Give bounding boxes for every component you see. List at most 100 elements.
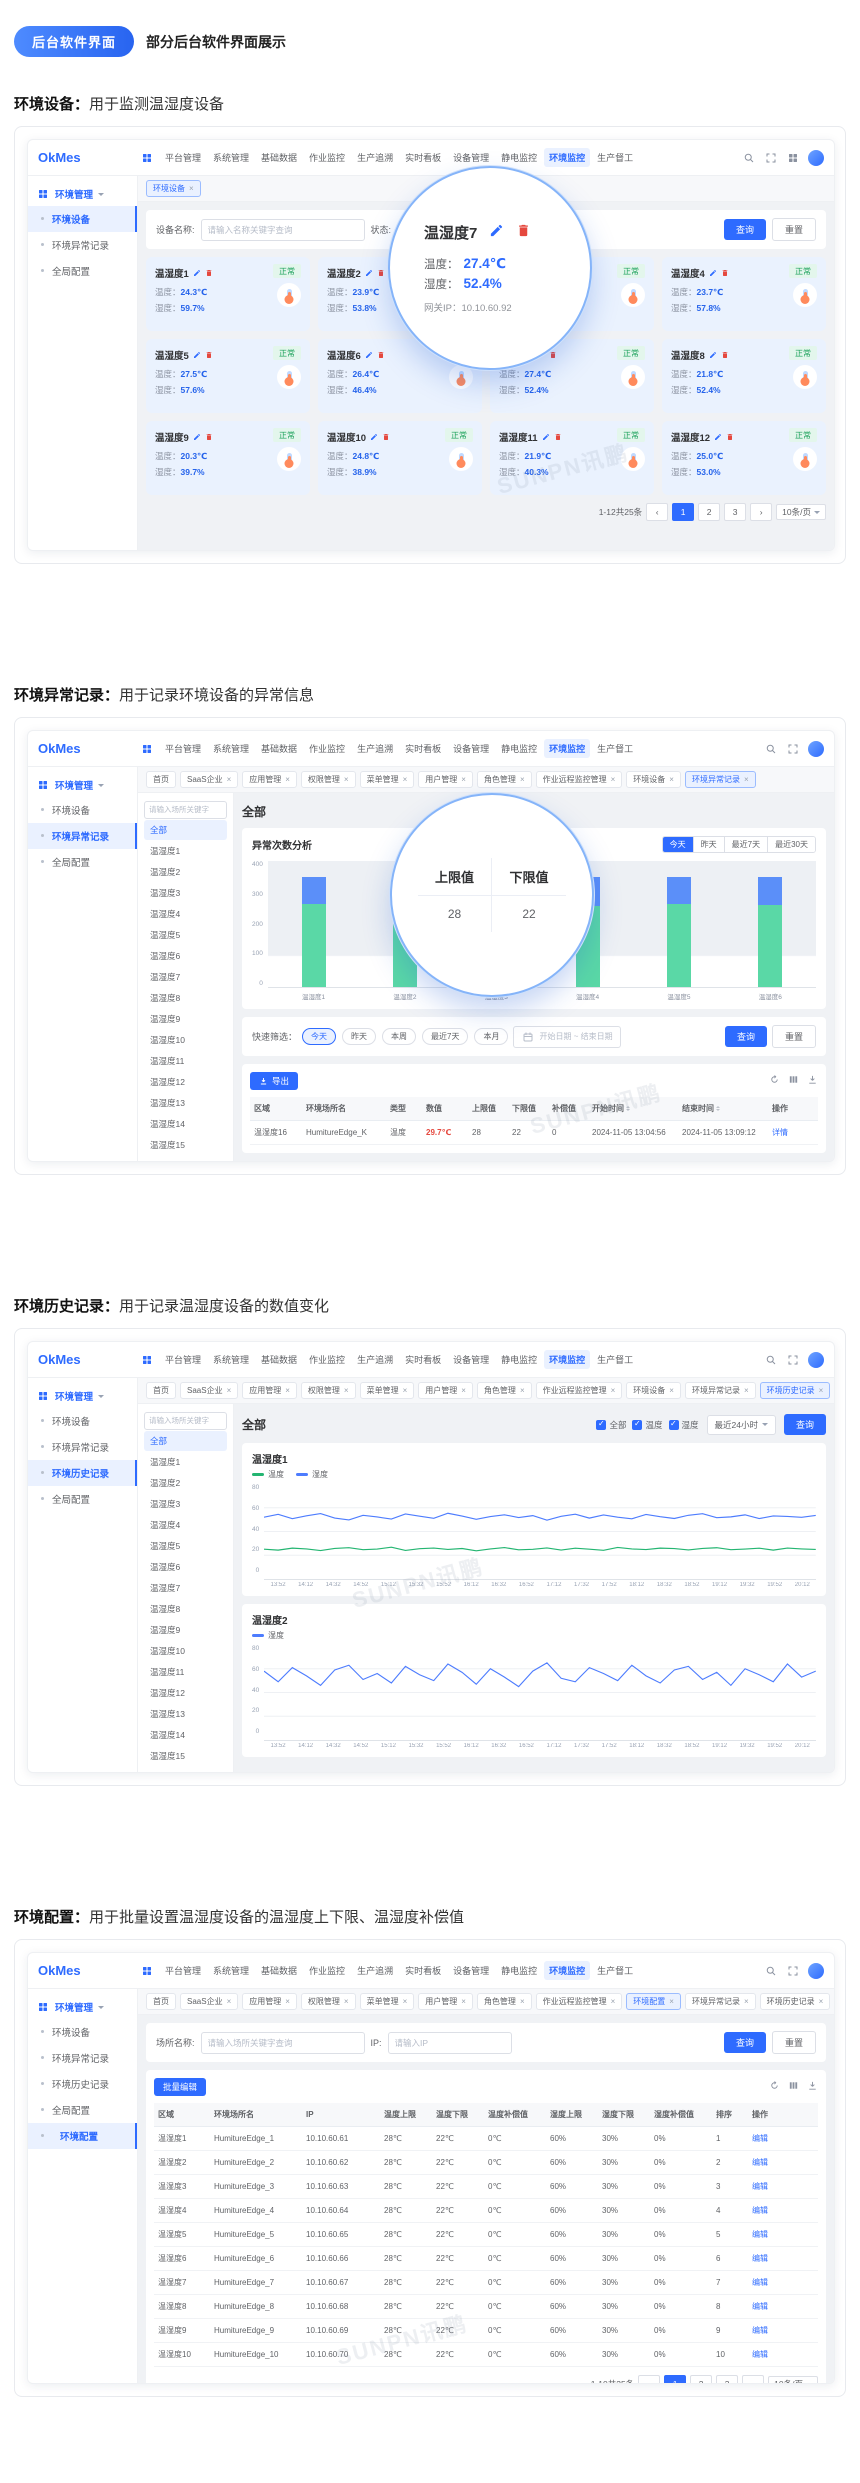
column-header[interactable]: 温度上限: [380, 2103, 432, 2126]
close-icon[interactable]: ×: [669, 1998, 674, 2006]
list-item[interactable]: 温湿度15: [144, 1135, 227, 1155]
top-nav-item[interactable]: 基础数据: [256, 1350, 302, 1369]
top-nav-item[interactable]: 生产追溯: [352, 739, 398, 758]
page-number-button[interactable]: 2: [698, 503, 720, 521]
reset-button[interactable]: 重置: [772, 2031, 816, 2054]
device-card[interactable]: 温湿度1 温度：24.3℃ 湿度：59.7% 正常: [146, 257, 310, 331]
place-name-input[interactable]: [201, 2032, 365, 2054]
close-icon[interactable]: ×: [744, 1387, 749, 1395]
device-card[interactable]: 温湿度4 温度：23.7℃ 湿度：57.8% 正常: [662, 257, 826, 331]
device-card[interactable]: 温湿度12 温度：25.0℃ 湿度：53.0% 正常: [662, 421, 826, 495]
search-button[interactable]: 查询: [725, 1026, 767, 1047]
delete-icon[interactable]: [721, 346, 729, 364]
list-item[interactable]: 温湿度11: [144, 1051, 227, 1071]
place-search-input[interactable]: [144, 801, 227, 819]
quick-filter-chip[interactable]: 昨天: [342, 1028, 376, 1045]
tab-chip[interactable]: 应用管理×: [242, 771, 297, 788]
column-header[interactable]: 环境场所名: [302, 1097, 386, 1120]
column-header[interactable]: 操作: [768, 1097, 818, 1120]
edit-link[interactable]: 编辑: [748, 2271, 818, 2294]
tab-chip[interactable]: 作业远程监控管理×: [536, 771, 623, 788]
sidebar-item[interactable]: 环境历史记录: [28, 1460, 137, 1486]
table-row[interactable]: 温湿度8 HumitureEdge_8 10.10.60.68 28℃ 22℃ …: [154, 2295, 818, 2319]
close-icon[interactable]: ×: [403, 1387, 408, 1395]
tab-chip[interactable]: 角色管理×: [477, 771, 532, 788]
tab-chip[interactable]: 环境异常记录×: [685, 1993, 756, 2010]
list-item[interactable]: 温湿度12: [144, 1072, 227, 1092]
search-icon[interactable]: [764, 1964, 778, 1978]
sidebar-item[interactable]: 环境配置: [28, 2123, 137, 2149]
date-range-input[interactable]: 开始日期 ~ 结束日期: [513, 1026, 620, 1048]
close-icon[interactable]: ×: [461, 1998, 466, 2006]
table-row[interactable]: 温湿度9 HumitureEdge_9 10.10.60.69 28℃ 22℃ …: [154, 2319, 818, 2343]
edit-icon[interactable]: [542, 428, 550, 446]
top-nav-item[interactable]: 静电监控: [496, 148, 542, 167]
list-item[interactable]: 温湿度13: [144, 1704, 227, 1724]
close-icon[interactable]: ×: [744, 776, 749, 784]
top-nav-item[interactable]: 基础数据: [256, 148, 302, 167]
column-header[interactable]: 下限值: [508, 1097, 548, 1120]
list-item[interactable]: 温湿度16: [144, 1156, 227, 1162]
top-nav-item[interactable]: 平台管理: [160, 1961, 206, 1980]
range-button[interactable]: 今天: [663, 837, 693, 852]
edit-icon[interactable]: [193, 428, 201, 446]
table-row[interactable]: 温湿度5 HumitureEdge_5 10.10.60.65 28℃ 22℃ …: [154, 2223, 818, 2247]
top-nav-item[interactable]: 生产督工: [592, 1961, 638, 1980]
close-icon[interactable]: ×: [344, 1998, 349, 2006]
quick-filter-chip[interactable]: 本周: [382, 1028, 416, 1045]
quick-filter-chip[interactable]: 本月: [474, 1028, 508, 1045]
list-item[interactable]: 温湿度15: [144, 1746, 227, 1766]
edit-icon[interactable]: [489, 223, 504, 243]
table-row[interactable]: 温湿度3 HumitureEdge_3 10.10.60.63 28℃ 22℃ …: [154, 2175, 818, 2199]
column-header[interactable]: 开始时间: [588, 1097, 678, 1120]
top-nav-item[interactable]: 作业监控: [304, 1961, 350, 1980]
prev-page-button[interactable]: ‹: [646, 503, 668, 521]
list-item[interactable]: 温湿度10: [144, 1641, 227, 1661]
top-nav-item[interactable]: 环境监控: [544, 148, 590, 167]
edit-link[interactable]: 编辑: [748, 2319, 818, 2342]
search-icon[interactable]: [742, 151, 756, 165]
quick-filter-chip[interactable]: 最近7天: [422, 1028, 468, 1045]
top-nav-item[interactable]: 静电监控: [496, 1961, 542, 1980]
reset-button[interactable]: 重置: [772, 218, 816, 241]
close-icon[interactable]: ×: [285, 776, 290, 784]
prev-page-button[interactable]: ‹: [638, 2375, 660, 2383]
tab-chip[interactable]: 环境历史记录×: [760, 1993, 831, 2010]
detail-link[interactable]: 详情: [768, 1121, 818, 1144]
top-nav-item[interactable]: 静电监控: [496, 739, 542, 758]
tab-chip[interactable]: 用户管理×: [418, 1382, 473, 1399]
sidebar-group-env[interactable]: 环境管理: [28, 773, 137, 797]
close-icon[interactable]: ×: [227, 1998, 232, 2006]
column-header[interactable]: IP: [302, 2104, 380, 2125]
tab-chip[interactable]: 角色管理×: [477, 1382, 532, 1399]
apps-grid-icon[interactable]: [140, 742, 154, 756]
sidebar-group-env[interactable]: 环境管理: [28, 182, 137, 206]
tab-chip[interactable]: 权限管理×: [301, 771, 356, 788]
device-card[interactable]: 温湿度11 温度：21.9℃ 湿度：40.3% 正常: [490, 421, 654, 495]
fullscreen-icon[interactable]: [786, 742, 800, 756]
close-icon[interactable]: ×: [669, 1387, 674, 1395]
column-header[interactable]: 湿度下限: [598, 2103, 650, 2126]
top-nav-item[interactable]: 实时看板: [400, 739, 446, 758]
top-nav-item[interactable]: 生产督工: [592, 739, 638, 758]
top-nav-item[interactable]: 作业监控: [304, 148, 350, 167]
delete-icon[interactable]: [726, 428, 734, 446]
page-number-button[interactable]: 3: [724, 503, 746, 521]
tab-chip[interactable]: SaaS企业×: [180, 1993, 238, 2010]
close-icon[interactable]: ×: [669, 776, 674, 784]
user-avatar[interactable]: [808, 1352, 824, 1368]
apps-grid-icon[interactable]: [140, 1964, 154, 1978]
tab-chip[interactable]: 用户管理×: [418, 1993, 473, 2010]
list-item[interactable]: 温湿度9: [144, 1009, 227, 1029]
close-icon[interactable]: ×: [189, 185, 194, 193]
edit-link[interactable]: 编辑: [748, 2175, 818, 2198]
delete-icon[interactable]: [377, 346, 385, 364]
column-header[interactable]: 排序: [712, 2103, 748, 2126]
list-item[interactable]: 温湿度7: [144, 967, 227, 987]
top-nav-item[interactable]: 环境监控: [544, 1961, 590, 1980]
apps-grid-icon[interactable]: [140, 151, 154, 165]
sidebar-item[interactable]: 环境设备: [28, 797, 137, 823]
top-nav-item[interactable]: 设备管理: [448, 1350, 494, 1369]
sidebar-group-env[interactable]: 环境管理: [28, 1995, 137, 2019]
page-number-button[interactable]: 1: [672, 503, 694, 521]
